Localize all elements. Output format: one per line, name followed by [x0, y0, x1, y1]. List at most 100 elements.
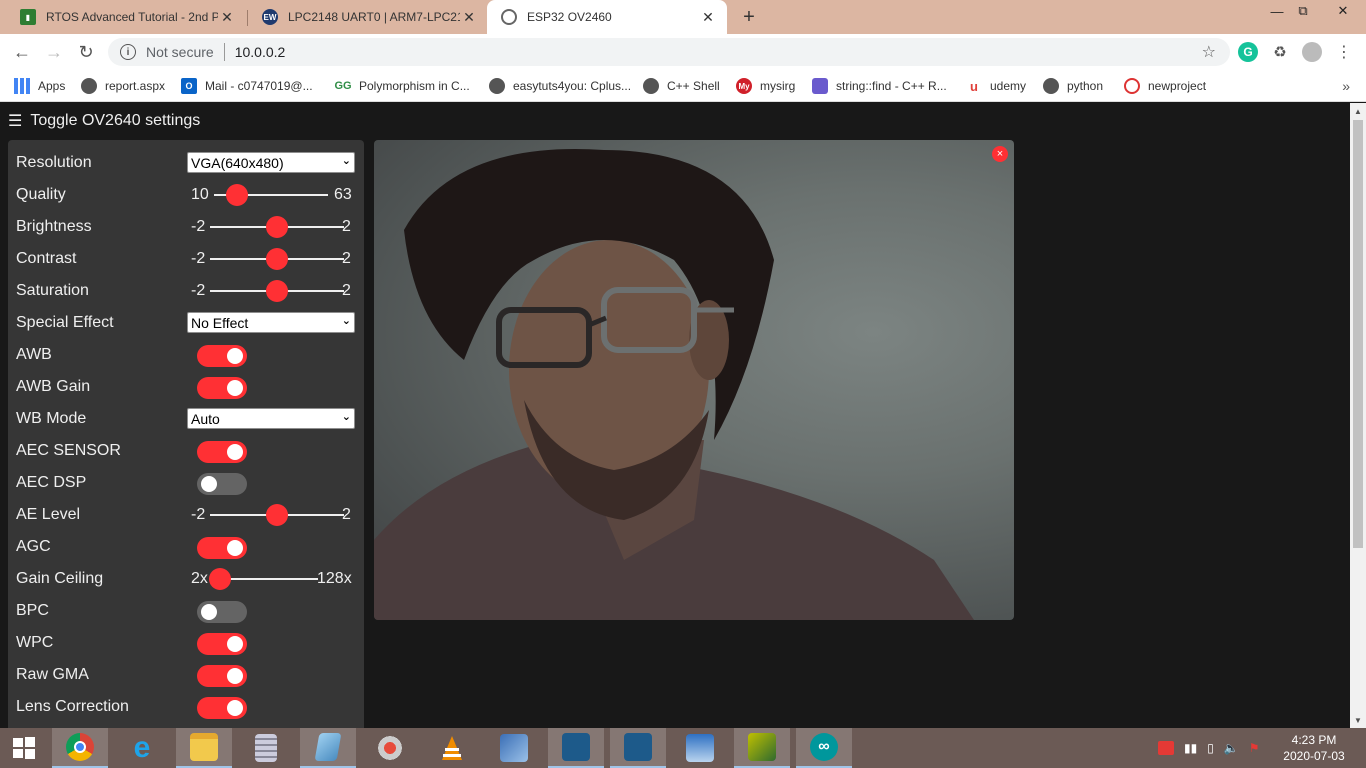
arduino-icon[interactable]: ∞ [796, 728, 852, 768]
bookmark-label: python [1067, 79, 1104, 93]
range-min: -2 [191, 282, 206, 299]
volume-icon[interactable]: 🔈 [1224, 741, 1239, 755]
reload-button[interactable]: ↻ [74, 40, 98, 64]
raw-gma-toggle[interactable] [197, 665, 247, 687]
setting-label: WB Mode [16, 410, 87, 427]
toggle-settings-menu[interactable]: ☰ Toggle OV2640 settings [8, 111, 200, 131]
setting-special-effect: Special Effect No Effect ⌄ [16, 307, 356, 339]
forward-button[interactable]: → [42, 40, 66, 64]
bookmark-polymorphism[interactable]: GG Polymorphism in C... [334, 76, 469, 96]
close-tab-icon[interactable]: ✕ [218, 8, 236, 26]
range-min: -2 [191, 218, 206, 235]
quality-slider-thumb[interactable] [225, 184, 248, 206]
close-window-button[interactable]: ✕ [1328, 0, 1358, 22]
setting-label: Raw GMA [16, 666, 89, 683]
lens-correction-toggle[interactable] [197, 697, 247, 719]
windows-start-icon[interactable] [0, 728, 48, 768]
chevron-down-icon: ⌄ [341, 315, 351, 327]
extensions-icon[interactable]: ♻ [1270, 42, 1290, 62]
brightness-slider-thumb[interactable] [266, 216, 288, 238]
remote-desktop-icon[interactable] [672, 728, 728, 768]
toggle-knob [201, 476, 217, 492]
contrast-slider-thumb[interactable] [266, 248, 288, 270]
bookmark-label: Mail - c0747019@... [205, 79, 313, 93]
bookmark-mysirg[interactable]: My mysirg [736, 76, 795, 96]
profile-avatar[interactable] [1302, 42, 1322, 62]
mysql-workbench-icon[interactable] [548, 728, 604, 768]
page-scrollbar[interactable]: ▲ ▼ [1350, 103, 1366, 728]
calculator-icon[interactable] [238, 728, 294, 768]
bookmark-easytuts[interactable]: easytuts4you: Cplus... [489, 76, 631, 96]
new-tab-button[interactable]: + [738, 5, 760, 29]
close-stream-button[interactable]: × [992, 146, 1008, 162]
keil-icon[interactable] [734, 728, 790, 768]
aec-sensor-toggle[interactable] [197, 441, 247, 463]
info-icon[interactable]: i [120, 44, 136, 60]
range-max: 2 [342, 282, 351, 299]
bookmark-label: easytuts4you: Cplus... [513, 79, 632, 93]
address-bar[interactable]: i Not secure 10.0.0.2 ☆ [108, 38, 1230, 66]
network-signal-icon[interactable]: ▮▮ [1184, 741, 1197, 755]
bookmark-star-icon[interactable]: ☆ [1202, 42, 1216, 62]
tab-esp32[interactable]: ESP32 OV2460 ✕ [487, 0, 727, 34]
resolution-select[interactable]: VGA(640x480) ⌄ [187, 152, 355, 173]
tab-lpc2148[interactable]: EW LPC2148 UART0 | ARM7-LPC2148 ✕ [248, 0, 488, 34]
agc-toggle[interactable] [197, 537, 247, 559]
bookmark-label: udemy [990, 79, 1027, 93]
bookmark-cpp-shell[interactable]: C++ Shell [643, 76, 720, 96]
gain-ceiling-slider-thumb[interactable] [209, 568, 231, 590]
bookmarks-bar: Apps report.aspx O Mail - c0747019@... G… [0, 70, 1366, 102]
bookmark-label: newproject [1148, 79, 1207, 93]
select-value: Auto [191, 410, 220, 427]
notification-flag-icon[interactable]: ⚑ [1249, 741, 1260, 755]
antivirus-icon[interactable] [1158, 741, 1174, 755]
range-max: 128x [317, 570, 352, 587]
scroll-down-arrow-icon[interactable]: ▼ [1350, 712, 1366, 728]
special-effect-select[interactable]: No Effect ⌄ [187, 312, 355, 333]
bookmark-udemy[interactable]: u udemy [966, 76, 1026, 96]
setting-gain-ceiling: Gain Ceiling 2x 128x [16, 563, 356, 595]
file-explorer-icon[interactable] [176, 728, 232, 768]
scroll-up-arrow-icon[interactable]: ▲ [1350, 103, 1366, 119]
taskbar-clock[interactable]: 4:23 PM 2020-07-03 [1276, 732, 1352, 764]
snipping-tool-icon[interactable] [362, 728, 418, 768]
wb-mode-select[interactable]: Auto ⌄ [187, 408, 355, 429]
chrome-icon[interactable] [52, 728, 108, 768]
menu-kebab-icon[interactable]: ⋮ [1334, 42, 1354, 62]
battery-icon[interactable]: ▯ [1207, 741, 1214, 755]
restore-button[interactable]: ⧉ [1288, 0, 1318, 22]
saturation-slider-thumb[interactable] [266, 280, 288, 302]
setting-label: Special Effect [16, 314, 114, 331]
settings-panel: Resolution VGA(640x480) ⌄ Quality 10 63 … [8, 140, 364, 728]
setting-label: AEC DSP [16, 474, 87, 491]
bookmark-python[interactable]: python [1043, 76, 1103, 96]
bookmark-mail[interactable]: O Mail - c0747019@... [181, 76, 313, 96]
grammarly-icon[interactable]: G [1238, 42, 1258, 62]
bookmark-string-find[interactable]: string::find - C++ R... [812, 76, 947, 96]
clock-time: 4:23 PM [1291, 733, 1337, 747]
bpc-toggle[interactable] [197, 601, 247, 623]
chevron-right-icon[interactable]: » [1342, 78, 1350, 94]
setting-contrast: Contrast -2 2 [16, 243, 356, 275]
network-tool-icon[interactable] [486, 728, 542, 768]
bookmark-newproject[interactable]: newproject [1124, 76, 1206, 96]
scrollbar-thumb[interactable] [1353, 120, 1363, 548]
ae-level-slider-thumb[interactable] [266, 504, 288, 526]
aec-dsp-toggle[interactable] [197, 473, 247, 495]
awb-toggle[interactable] [197, 345, 247, 367]
close-tab-icon[interactable]: ✕ [460, 8, 478, 26]
tab-rtos-tutorial[interactable]: ▮ RTOS Advanced Tutorial - 2nd Pa ✕ [6, 0, 246, 34]
mysql-workbench-icon[interactable] [610, 728, 666, 768]
wpc-toggle[interactable] [197, 633, 247, 655]
close-tab-icon[interactable]: ✕ [699, 8, 717, 26]
vlc-icon[interactable] [424, 728, 480, 768]
setting-label: AWB [16, 346, 52, 363]
bookmark-report[interactable]: report.aspx [81, 76, 165, 96]
bookmark-apps[interactable]: Apps [14, 76, 65, 96]
back-button[interactable]: ← [10, 40, 34, 64]
notepad-icon[interactable] [300, 728, 356, 768]
setting-label: Quality [16, 186, 66, 203]
url-text[interactable]: 10.0.0.2 [235, 44, 286, 60]
awb-gain-toggle[interactable] [197, 377, 247, 399]
internet-explorer-icon[interactable]: e [114, 728, 170, 768]
